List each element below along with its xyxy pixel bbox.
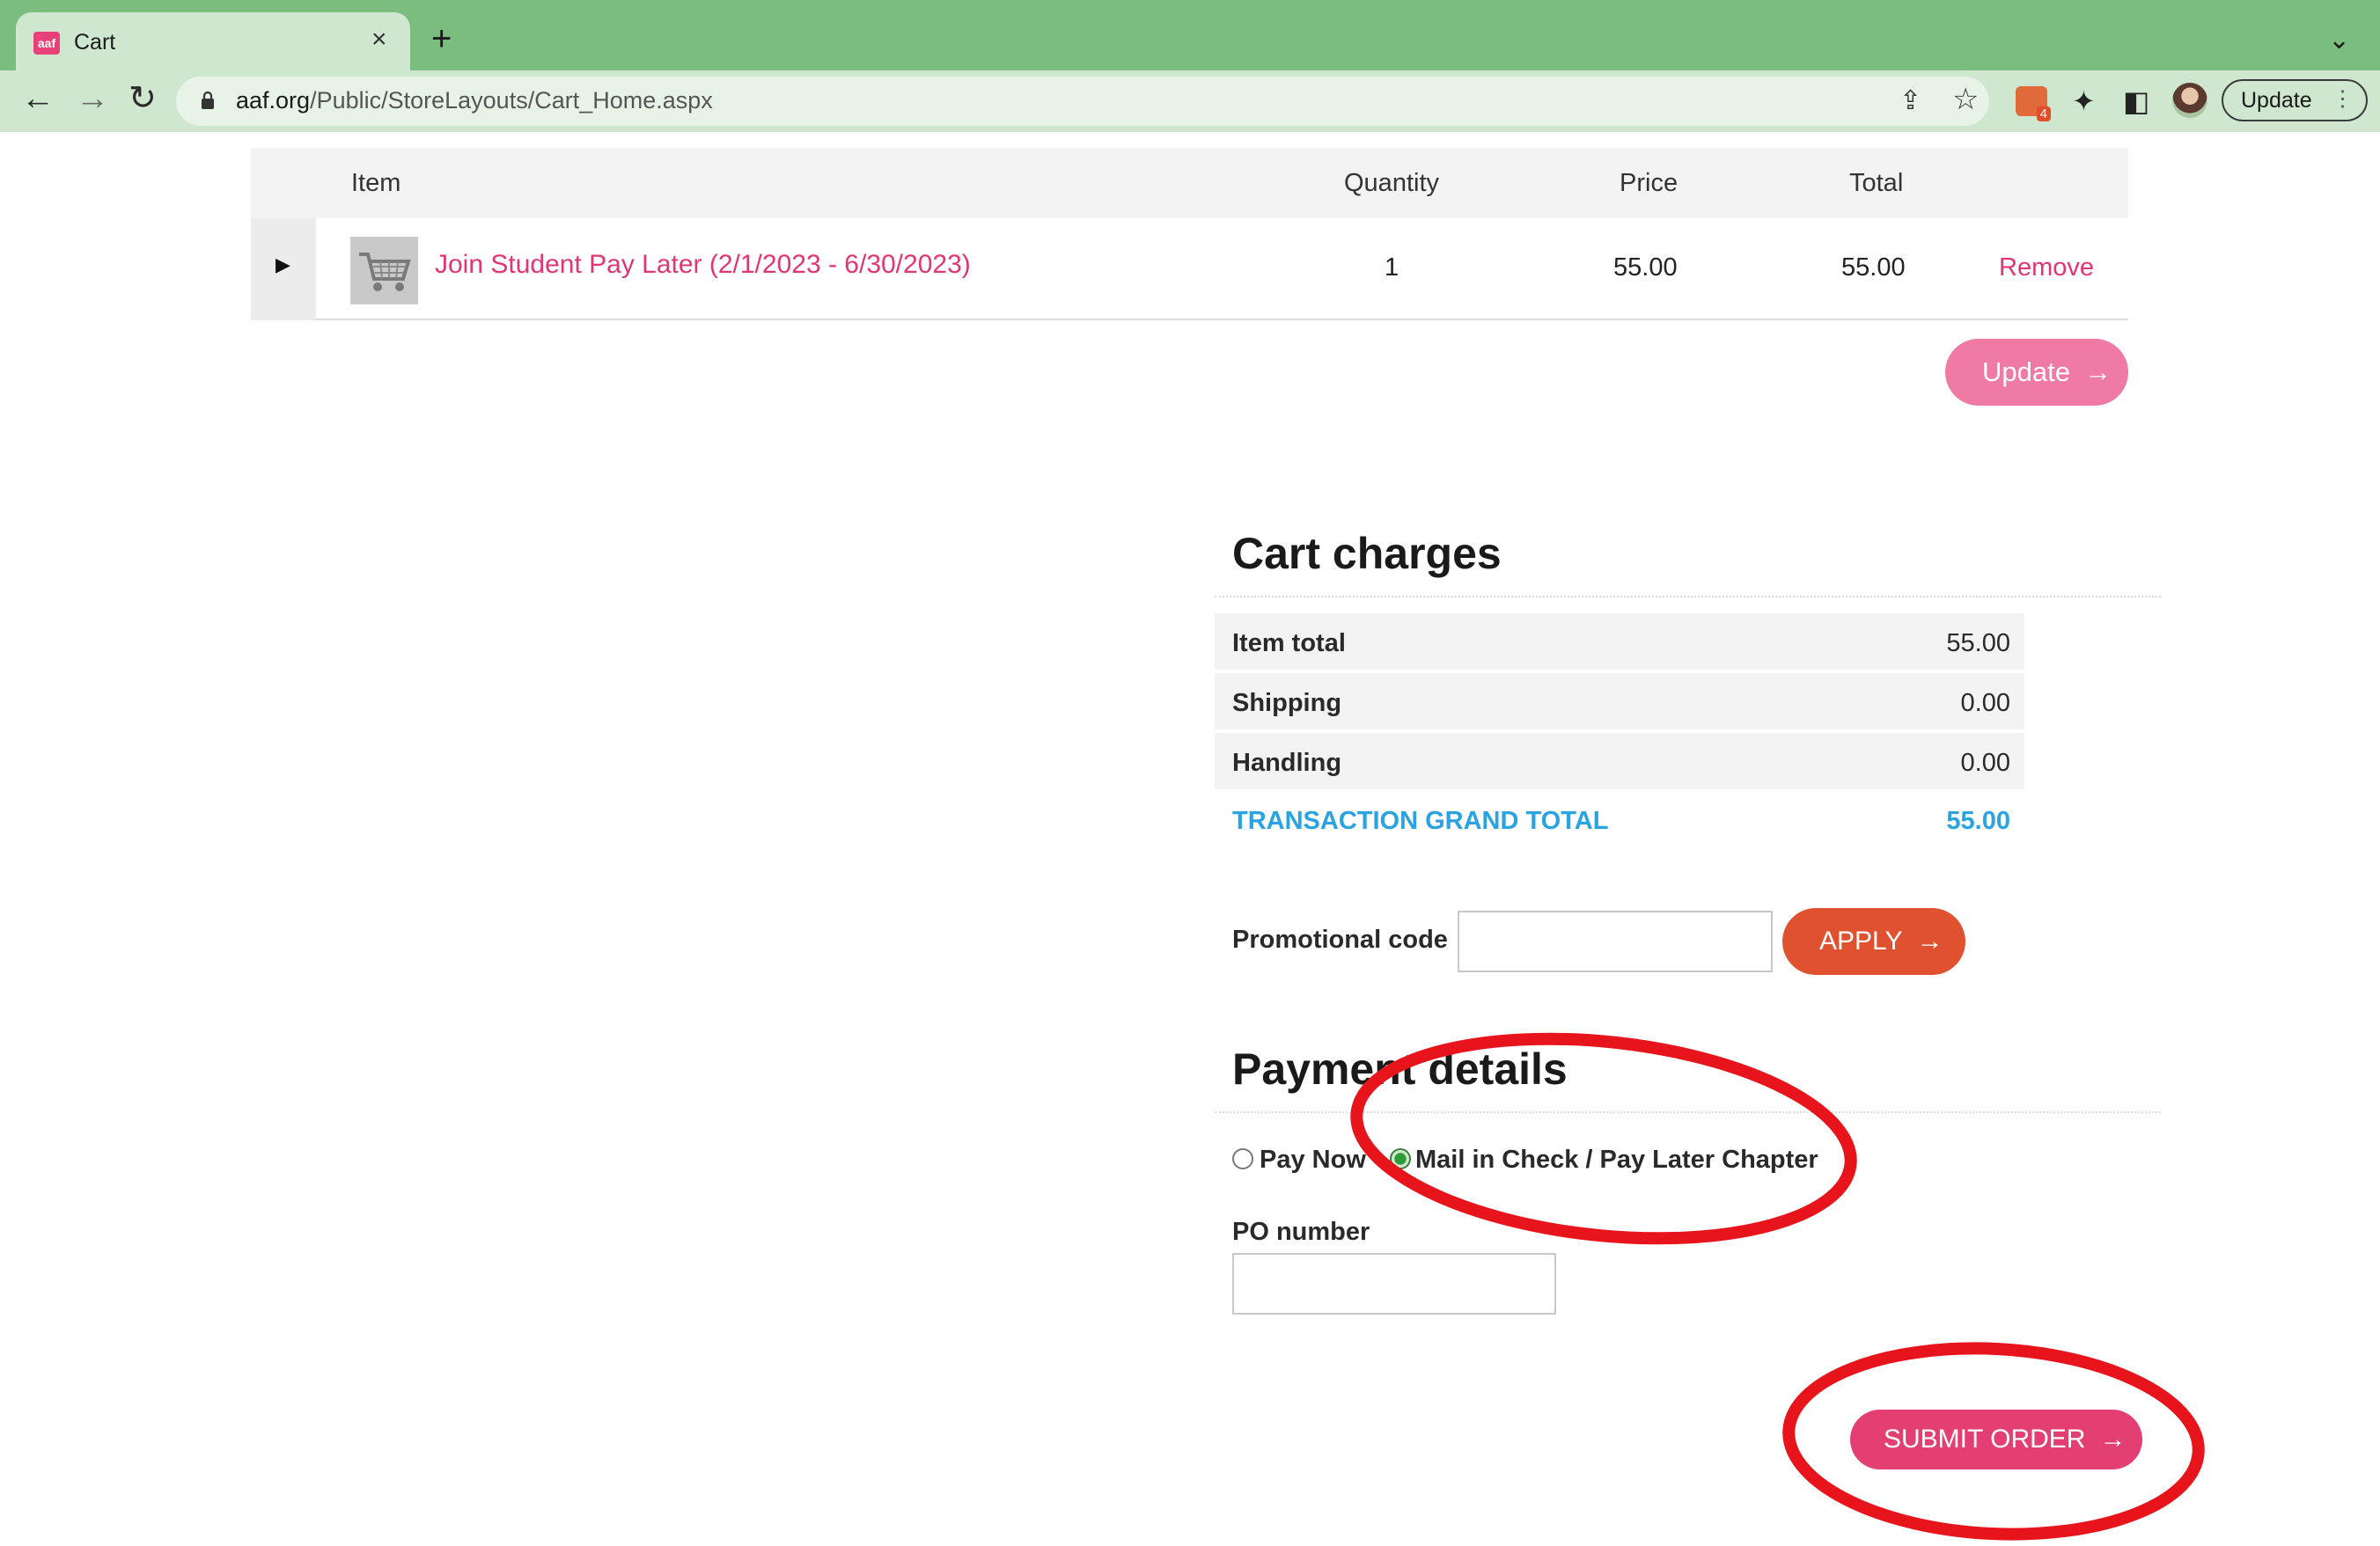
table-row: ▶ Join Student Pay Later (2/1/2023 - 6/3… [251, 218, 2128, 320]
charge-label: Item total [1232, 629, 1346, 657]
item-quantity: 1 [1385, 253, 1399, 282]
url-domain: aaf.org [236, 87, 311, 114]
charge-row-shipping: Shipping 0.00 [1215, 673, 2024, 731]
avatar[interactable] [2172, 83, 2207, 118]
reload-icon[interactable]: ↻ [129, 79, 157, 118]
close-icon[interactable]: × [371, 25, 387, 55]
update-cart-button[interactable]: Update → [1945, 339, 2128, 406]
cart-table-header: Item Quantity Price Total [251, 148, 2128, 218]
remove-link[interactable]: Remove [1999, 253, 2094, 282]
promo-code-label: Promotional code [1232, 926, 1448, 954]
expand-row-button[interactable]: ▶ [251, 218, 316, 320]
caret-right-icon: ▶ [275, 253, 290, 275]
apply-promo-button[interactable]: APPLY → [1782, 908, 1965, 975]
arrow-right-icon: → [1916, 927, 1943, 956]
shopping-cart-icon [350, 237, 418, 304]
po-number-label: PO number [1232, 1218, 1370, 1246]
charge-label: Shipping [1232, 689, 1342, 717]
tab-search-chevron-icon[interactable]: ⌄ [2328, 25, 2350, 55]
mail-check-label[interactable]: Mail in Check / Pay Later Chapter [1415, 1146, 1818, 1175]
browser-update-button[interactable]: Update ⋮ [2222, 79, 2368, 121]
charge-value: 0.00 [1960, 689, 2010, 717]
item-link[interactable]: Join Student Pay Later (2/1/2023 - 6/30/… [435, 250, 971, 280]
grand-total-label: TRANSACTION GRAND TOTAL [1232, 807, 1609, 835]
tab-cart[interactable]: aaf Cart × [16, 12, 410, 70]
puzzle-icon[interactable]: ✦ [2072, 84, 2096, 118]
url-path: /Public/StoreLayouts/Cart_Home.aspx [310, 87, 713, 114]
arrow-right-icon: → [2099, 1425, 2127, 1454]
bookmark-star-icon[interactable]: ☆ [1952, 82, 1979, 117]
pay-now-radio[interactable] [1232, 1148, 1253, 1169]
divider [1215, 596, 2161, 597]
share-icon[interactable]: ⇪ [1899, 85, 1921, 116]
lock-icon [202, 91, 214, 109]
column-header-quantity: Quantity [1344, 169, 1439, 197]
browser-update-label: Update [2241, 88, 2312, 113]
grand-total-value: 55.00 [1946, 807, 2010, 835]
submit-order-button[interactable]: SUBMIT ORDER → [1850, 1410, 2142, 1469]
charge-value: 55.00 [1946, 629, 2010, 657]
browser-chrome: aaf Cart × + ⌄ ← → ↻ aaf.org/Public/Stor… [0, 0, 2380, 132]
charge-label: Handling [1232, 749, 1342, 777]
extension-icon[interactable]: 4 [2016, 86, 2051, 121]
grand-total-row: TRANSACTION GRAND TOTAL 55.00 [1215, 791, 2024, 849]
extension-badge: 4 [2036, 106, 2051, 121]
column-header-item: Item [351, 169, 401, 197]
item-total: 55.00 [1841, 253, 1906, 282]
new-tab-icon[interactable]: + [431, 21, 452, 56]
promo-code-input[interactable] [1458, 911, 1773, 972]
cart-charges-title: Cart charges [1232, 529, 1502, 578]
pay-now-label[interactable]: Pay Now [1260, 1146, 1366, 1175]
divider [1215, 1111, 2161, 1113]
column-header-total: Total [1849, 169, 1904, 197]
browser-toolbar: ← → ↻ aaf.org/Public/StoreLayouts/Cart_H… [0, 70, 2380, 132]
kebab-menu-icon[interactable]: ⋮ [2332, 79, 2354, 118]
mail-check-radio[interactable] [1390, 1148, 1411, 1169]
arrow-right-icon: → [2083, 356, 2112, 387]
po-number-input[interactable] [1232, 1253, 1556, 1315]
tab-title: Cart [74, 30, 116, 55]
apply-label: APPLY [1819, 927, 1903, 956]
payment-details-title: Payment details [1232, 1044, 1568, 1094]
charge-value: 0.00 [1960, 749, 2010, 777]
charge-row-handling: Handling 0.00 [1215, 733, 2024, 791]
sidebar-icon[interactable]: ◧ [2123, 84, 2149, 118]
item-price: 55.00 [1613, 253, 1678, 282]
submit-order-label: SUBMIT ORDER [1884, 1425, 2086, 1454]
back-icon[interactable]: ← [21, 79, 55, 118]
forward-icon[interactable]: → [76, 79, 109, 118]
charge-row-item-total: Item total 55.00 [1215, 613, 2024, 671]
url-text: aaf.org/Public/StoreLayouts/Cart_Home.as… [236, 87, 713, 114]
favicon-icon: aaf [33, 32, 60, 55]
address-bar[interactable]: aaf.org/Public/StoreLayouts/Cart_Home.as… [176, 77, 1989, 126]
update-cart-label: Update [1982, 356, 2070, 387]
column-header-price: Price [1620, 169, 1678, 197]
